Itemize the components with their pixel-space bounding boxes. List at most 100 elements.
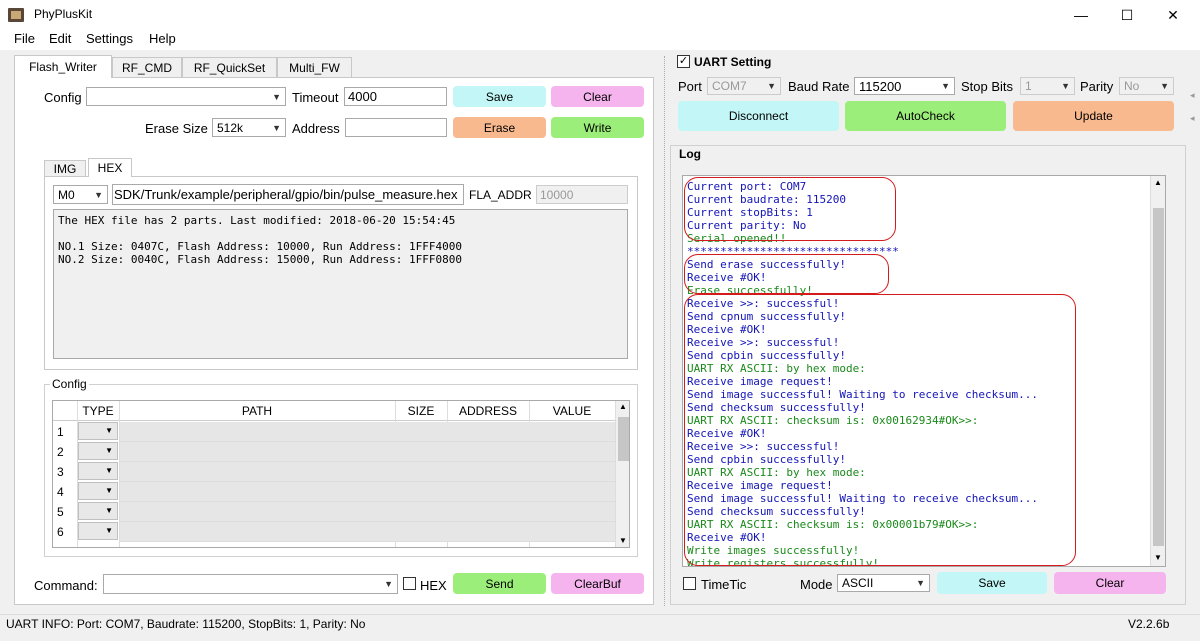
hex-checkbox[interactable]	[403, 577, 416, 590]
scrollbar-thumb[interactable]	[1153, 208, 1164, 546]
update-button[interactable]: Update	[1013, 101, 1174, 131]
hex-info-line: NO.2 Size: 0040C, Flash Address: 15000, …	[58, 253, 462, 266]
row-number: 5	[57, 505, 64, 519]
tab-multi-fw[interactable]: Multi_FW	[277, 57, 352, 77]
log-save-button[interactable]: Save	[937, 572, 1047, 594]
window-title: PhyPlusKit	[34, 7, 93, 21]
menu-edit[interactable]: Edit	[49, 31, 71, 46]
write-button[interactable]: Write	[551, 117, 644, 138]
type-dropdown[interactable]: ▼	[78, 442, 118, 460]
col-value: VALUE	[552, 404, 592, 418]
col-path: PATH	[241, 404, 273, 418]
command-label: Command:	[34, 578, 98, 593]
type-dropdown[interactable]: ▼	[78, 502, 118, 520]
command-input[interactable]: ▼	[103, 574, 398, 594]
dock-arrow-icon[interactable]: ◂	[1190, 113, 1195, 124]
uart-setting-title: UART Setting	[694, 55, 772, 69]
menu-file[interactable]: File	[14, 31, 35, 46]
address-input[interactable]	[345, 118, 447, 137]
menu-help[interactable]: Help	[149, 31, 176, 46]
chevron-down-icon: ▼	[1061, 81, 1070, 91]
baud-rate-select[interactable]: 115200 ▼	[854, 77, 955, 95]
chevron-down-icon[interactable]: ▼	[1154, 553, 1162, 562]
col-type: TYPE	[82, 404, 114, 418]
timeout-input[interactable]: 4000	[344, 87, 447, 106]
table-row[interactable]: 5 ▼	[53, 502, 615, 522]
row-number: 2	[57, 445, 64, 459]
chevron-down-icon: ▼	[94, 189, 103, 200]
chevron-down-icon: ▼	[105, 526, 113, 535]
table-row[interactable]: 2 ▼	[53, 442, 615, 462]
dock-arrow-icon[interactable]: ◂	[1190, 90, 1195, 101]
type-dropdown[interactable]: ▼	[78, 462, 118, 480]
tab-rf-quickset[interactable]: RF_QuickSet	[182, 57, 277, 77]
col-address: ADDRESS	[458, 404, 517, 418]
hex-checkbox-label: HEX	[420, 578, 447, 593]
disconnect-button[interactable]: Disconnect	[678, 101, 839, 131]
timetic-checkbox[interactable]	[683, 577, 696, 590]
baud-rate-label: Baud Rate	[788, 79, 850, 94]
hex-info-box: The HEX file has 2 parts. Last modified:…	[53, 209, 628, 359]
timeout-label: Timeout	[292, 90, 339, 105]
autocheck-button[interactable]: AutoCheck	[845, 101, 1006, 131]
clear-button[interactable]: Clear	[551, 86, 644, 107]
mode-select[interactable]: M0 ▼	[53, 185, 108, 204]
chevron-down-icon: ▼	[105, 466, 113, 475]
parity-select[interactable]: No ▼	[1119, 77, 1174, 95]
scrollbar-thumb[interactable]	[618, 417, 629, 461]
tab-img[interactable]: IMG	[44, 160, 86, 176]
log-scrollbar[interactable]: ▲ ▼	[1150, 176, 1165, 566]
splitter[interactable]	[664, 56, 665, 606]
row-number: 3	[57, 465, 64, 479]
status-uart-info: UART INFO: Port: COM7, Baudrate: 115200,…	[6, 617, 366, 631]
hex-info-line: The HEX file has 2 parts. Last modified:…	[58, 214, 456, 227]
type-dropdown[interactable]: ▼	[78, 422, 118, 440]
chevron-down-icon: ▼	[916, 578, 925, 588]
table-row[interactable]: 6 ▼	[53, 522, 615, 542]
log-clear-button[interactable]: Clear	[1054, 572, 1166, 594]
save-button[interactable]: Save	[453, 86, 546, 107]
log-mode-select[interactable]: ASCII ▼	[837, 574, 930, 592]
clearbuf-button[interactable]: ClearBuf	[551, 573, 644, 594]
table-scrollbar[interactable]: ▲ ▼	[615, 401, 629, 547]
tab-rf-cmd[interactable]: RF_CMD	[112, 57, 182, 77]
tab-hex[interactable]: HEX	[88, 158, 132, 177]
maximize-button[interactable]: ☐	[1104, 0, 1150, 30]
table-row[interactable]: 1 ▼	[53, 422, 615, 442]
mode-label: Mode	[800, 577, 833, 592]
stop-bits-select[interactable]: 1 ▼	[1020, 77, 1075, 95]
chevron-down-icon: ▼	[105, 506, 113, 515]
config-select[interactable]: ▼	[86, 87, 286, 106]
minimize-button[interactable]: —	[1058, 0, 1104, 30]
chevron-up-icon[interactable]: ▲	[619, 402, 627, 411]
fla-addr-input[interactable]: 10000	[536, 185, 628, 204]
type-dropdown[interactable]: ▼	[78, 522, 118, 540]
col-size: SIZE	[407, 404, 435, 418]
annotation-circle	[684, 254, 889, 294]
table-row[interactable]: 4 ▼	[53, 482, 615, 502]
config-label: Config	[44, 90, 82, 105]
chevron-down-icon[interactable]: ▼	[619, 536, 627, 545]
app-icon	[8, 8, 24, 22]
annotation-circle	[684, 294, 1076, 566]
close-button[interactable]: ✕	[1150, 0, 1196, 30]
row-number: 4	[57, 485, 64, 499]
config-table: TYPE PATH SIZE ADDRESS VALUE 1 ▼ 2 ▼ 3 ▼…	[52, 400, 630, 548]
tab-flash-writer[interactable]: Flash_Writer	[14, 55, 112, 78]
port-select[interactable]: COM7 ▼	[707, 77, 781, 95]
hex-path-input[interactable]: SDK/Trunk/example/peripheral/gpio/bin/pu…	[112, 184, 464, 205]
send-button[interactable]: Send	[453, 573, 546, 594]
uart-setting-checkbox[interactable]: ✓	[677, 55, 690, 68]
menu-settings[interactable]: Settings	[86, 31, 133, 46]
chevron-up-icon[interactable]: ▲	[1154, 178, 1162, 187]
erase-size-select[interactable]: 512k ▼	[212, 118, 286, 137]
title-bar	[0, 0, 1200, 30]
erase-button[interactable]: Erase	[453, 117, 546, 138]
table-row[interactable]: 3 ▼	[53, 462, 615, 482]
chevron-down-icon: ▼	[272, 91, 281, 102]
address-label: Address	[292, 121, 340, 136]
chevron-down-icon: ▼	[105, 486, 113, 495]
type-dropdown[interactable]: ▼	[78, 482, 118, 500]
erase-size-label: Erase Size	[145, 121, 208, 136]
hex-info-line: NO.1 Size: 0407C, Flash Address: 10000, …	[58, 240, 462, 253]
